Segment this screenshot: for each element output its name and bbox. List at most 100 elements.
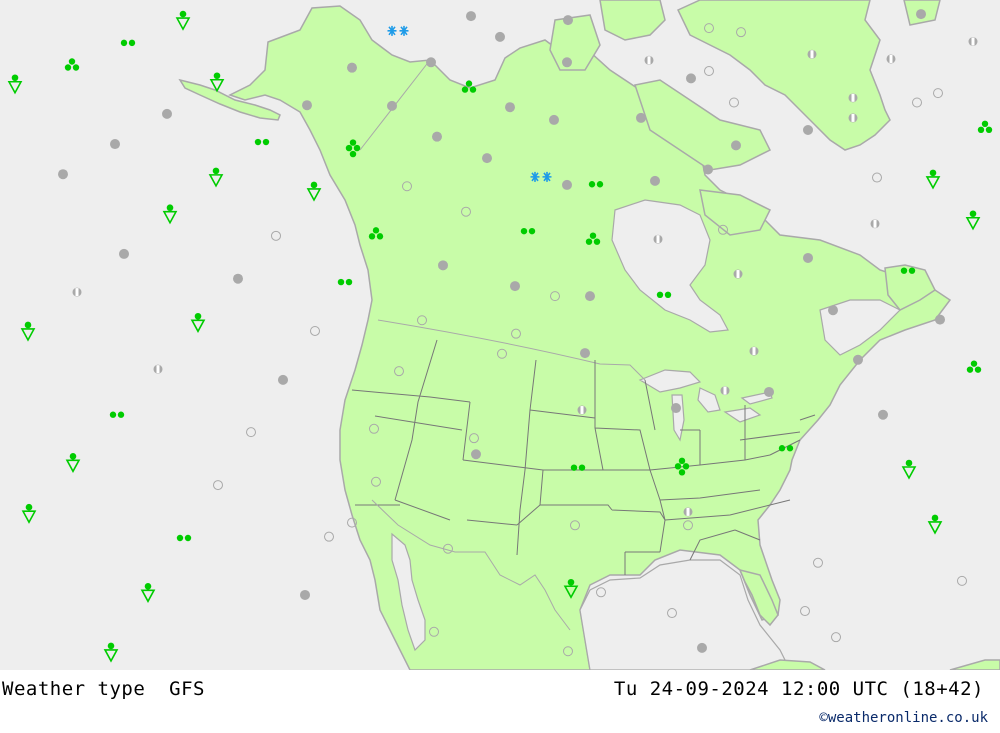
rain-light-symbol — [109, 411, 125, 418]
rain-drop-icon — [900, 267, 908, 274]
shower-triangle-icon — [140, 589, 156, 603]
overcast-icon — [562, 179, 572, 190]
rain-drop-icon — [349, 139, 357, 146]
cloudy-symbol — [153, 364, 163, 374]
snowflake-icon — [542, 171, 552, 182]
shower-drop-icon — [931, 514, 939, 522]
fair-icon — [813, 557, 823, 568]
landmasses — [178, 0, 1000, 670]
rain-drop-icon — [368, 233, 376, 240]
overcast-symbol — [686, 73, 696, 84]
rain-drop-icon — [570, 464, 578, 471]
rain-drop-icon — [262, 138, 270, 146]
fair-icon — [957, 575, 967, 586]
shower-triangle-icon — [965, 216, 981, 231]
shower-drop-icon — [25, 503, 33, 511]
overcast-icon — [110, 139, 120, 150]
credit-link[interactable]: ©weatheronline.co.uk — [819, 710, 988, 726]
overcast-symbol — [853, 354, 863, 365]
fair-icon — [933, 88, 943, 99]
rain-drop-icon — [682, 463, 690, 470]
rain-drop-icon — [588, 181, 596, 188]
fair-symbol — [213, 480, 223, 491]
cloudy-symbol — [720, 386, 730, 396]
fair-icon — [912, 97, 922, 108]
shower-triangle-icon — [208, 174, 224, 188]
shower-drop-icon — [69, 453, 77, 460]
cloudy-symbol — [848, 93, 858, 103]
cloudy-symbol — [848, 113, 858, 123]
overcast-icon — [697, 642, 707, 653]
overcast-icon — [878, 409, 888, 420]
overcast-icon — [482, 153, 492, 164]
overcast-symbol — [935, 314, 945, 325]
shower-triangle-icon — [65, 459, 81, 473]
overcast-icon — [387, 100, 397, 111]
fair-icon — [213, 480, 223, 491]
shower-drop-icon — [166, 204, 174, 212]
overcast-symbol — [505, 102, 515, 113]
fair-symbol — [704, 66, 714, 77]
rain-moderate-symbol — [977, 120, 993, 133]
rain-drop-icon — [68, 58, 76, 65]
cloudy-symbol — [968, 37, 978, 47]
overcast-icon — [233, 273, 243, 284]
rain-drop-icon — [977, 126, 985, 133]
rain-drop-icon — [353, 144, 361, 152]
shower-triangle-icon — [925, 176, 941, 190]
fair-symbol — [912, 97, 922, 108]
rain-drop-icon — [376, 233, 384, 240]
overcast-symbol — [110, 139, 120, 150]
overcast-symbol — [302, 100, 312, 111]
overcast-icon — [432, 131, 442, 142]
map-title-bar: Weather type GFS — [2, 678, 205, 700]
shower-symbol — [162, 204, 178, 225]
shower-symbol — [103, 642, 119, 663]
overcast-icon — [505, 102, 515, 113]
rain-drop-icon — [465, 80, 473, 87]
overcast-icon — [119, 248, 129, 259]
rain-drop-icon — [981, 120, 989, 128]
rain-drop-icon — [678, 469, 686, 476]
shower-drop-icon — [969, 210, 977, 218]
overcast-icon — [438, 260, 448, 271]
cloudy-symbol — [807, 49, 817, 59]
shower-symbol — [925, 169, 941, 190]
overcast-symbol — [828, 305, 838, 316]
shower-triangle-icon — [306, 188, 322, 202]
shower-symbol — [21, 503, 37, 524]
rain-drop-icon — [966, 366, 974, 373]
rain-drop-icon — [520, 227, 528, 235]
cloudy-symbol — [886, 54, 896, 64]
shower-drop-icon — [212, 167, 220, 175]
overcast-symbol — [563, 15, 573, 26]
shower-drop-icon — [107, 642, 115, 650]
overcast-icon — [347, 62, 357, 73]
rain-drop-icon — [254, 138, 262, 146]
fair-icon — [310, 325, 320, 336]
overcast-symbol — [636, 112, 646, 123]
shower-drop-icon — [144, 582, 152, 590]
overcast-icon — [803, 124, 813, 135]
rain-drop-icon — [117, 411, 125, 418]
overcast-icon — [563, 15, 573, 26]
rain-drop-icon — [678, 457, 686, 465]
shower-symbol — [306, 181, 322, 202]
rain-drop-icon — [778, 445, 786, 452]
overcast-icon — [828, 305, 838, 316]
fair-icon — [246, 427, 256, 438]
rain-light-symbol — [120, 39, 136, 47]
shower-symbol — [190, 312, 206, 333]
overcast-symbol — [426, 57, 436, 68]
shower-drop-icon — [929, 169, 937, 177]
rain-drop-icon — [578, 464, 586, 471]
overcast-symbol — [650, 175, 660, 186]
rain-light-symbol — [254, 138, 270, 146]
fair-icon — [324, 531, 334, 542]
overcast-symbol — [119, 248, 129, 259]
fair-symbol — [800, 606, 810, 617]
fair-symbol — [729, 97, 739, 108]
overcast-symbol — [671, 403, 681, 414]
overcast-icon — [549, 114, 559, 125]
rain-drop-icon — [176, 534, 184, 542]
